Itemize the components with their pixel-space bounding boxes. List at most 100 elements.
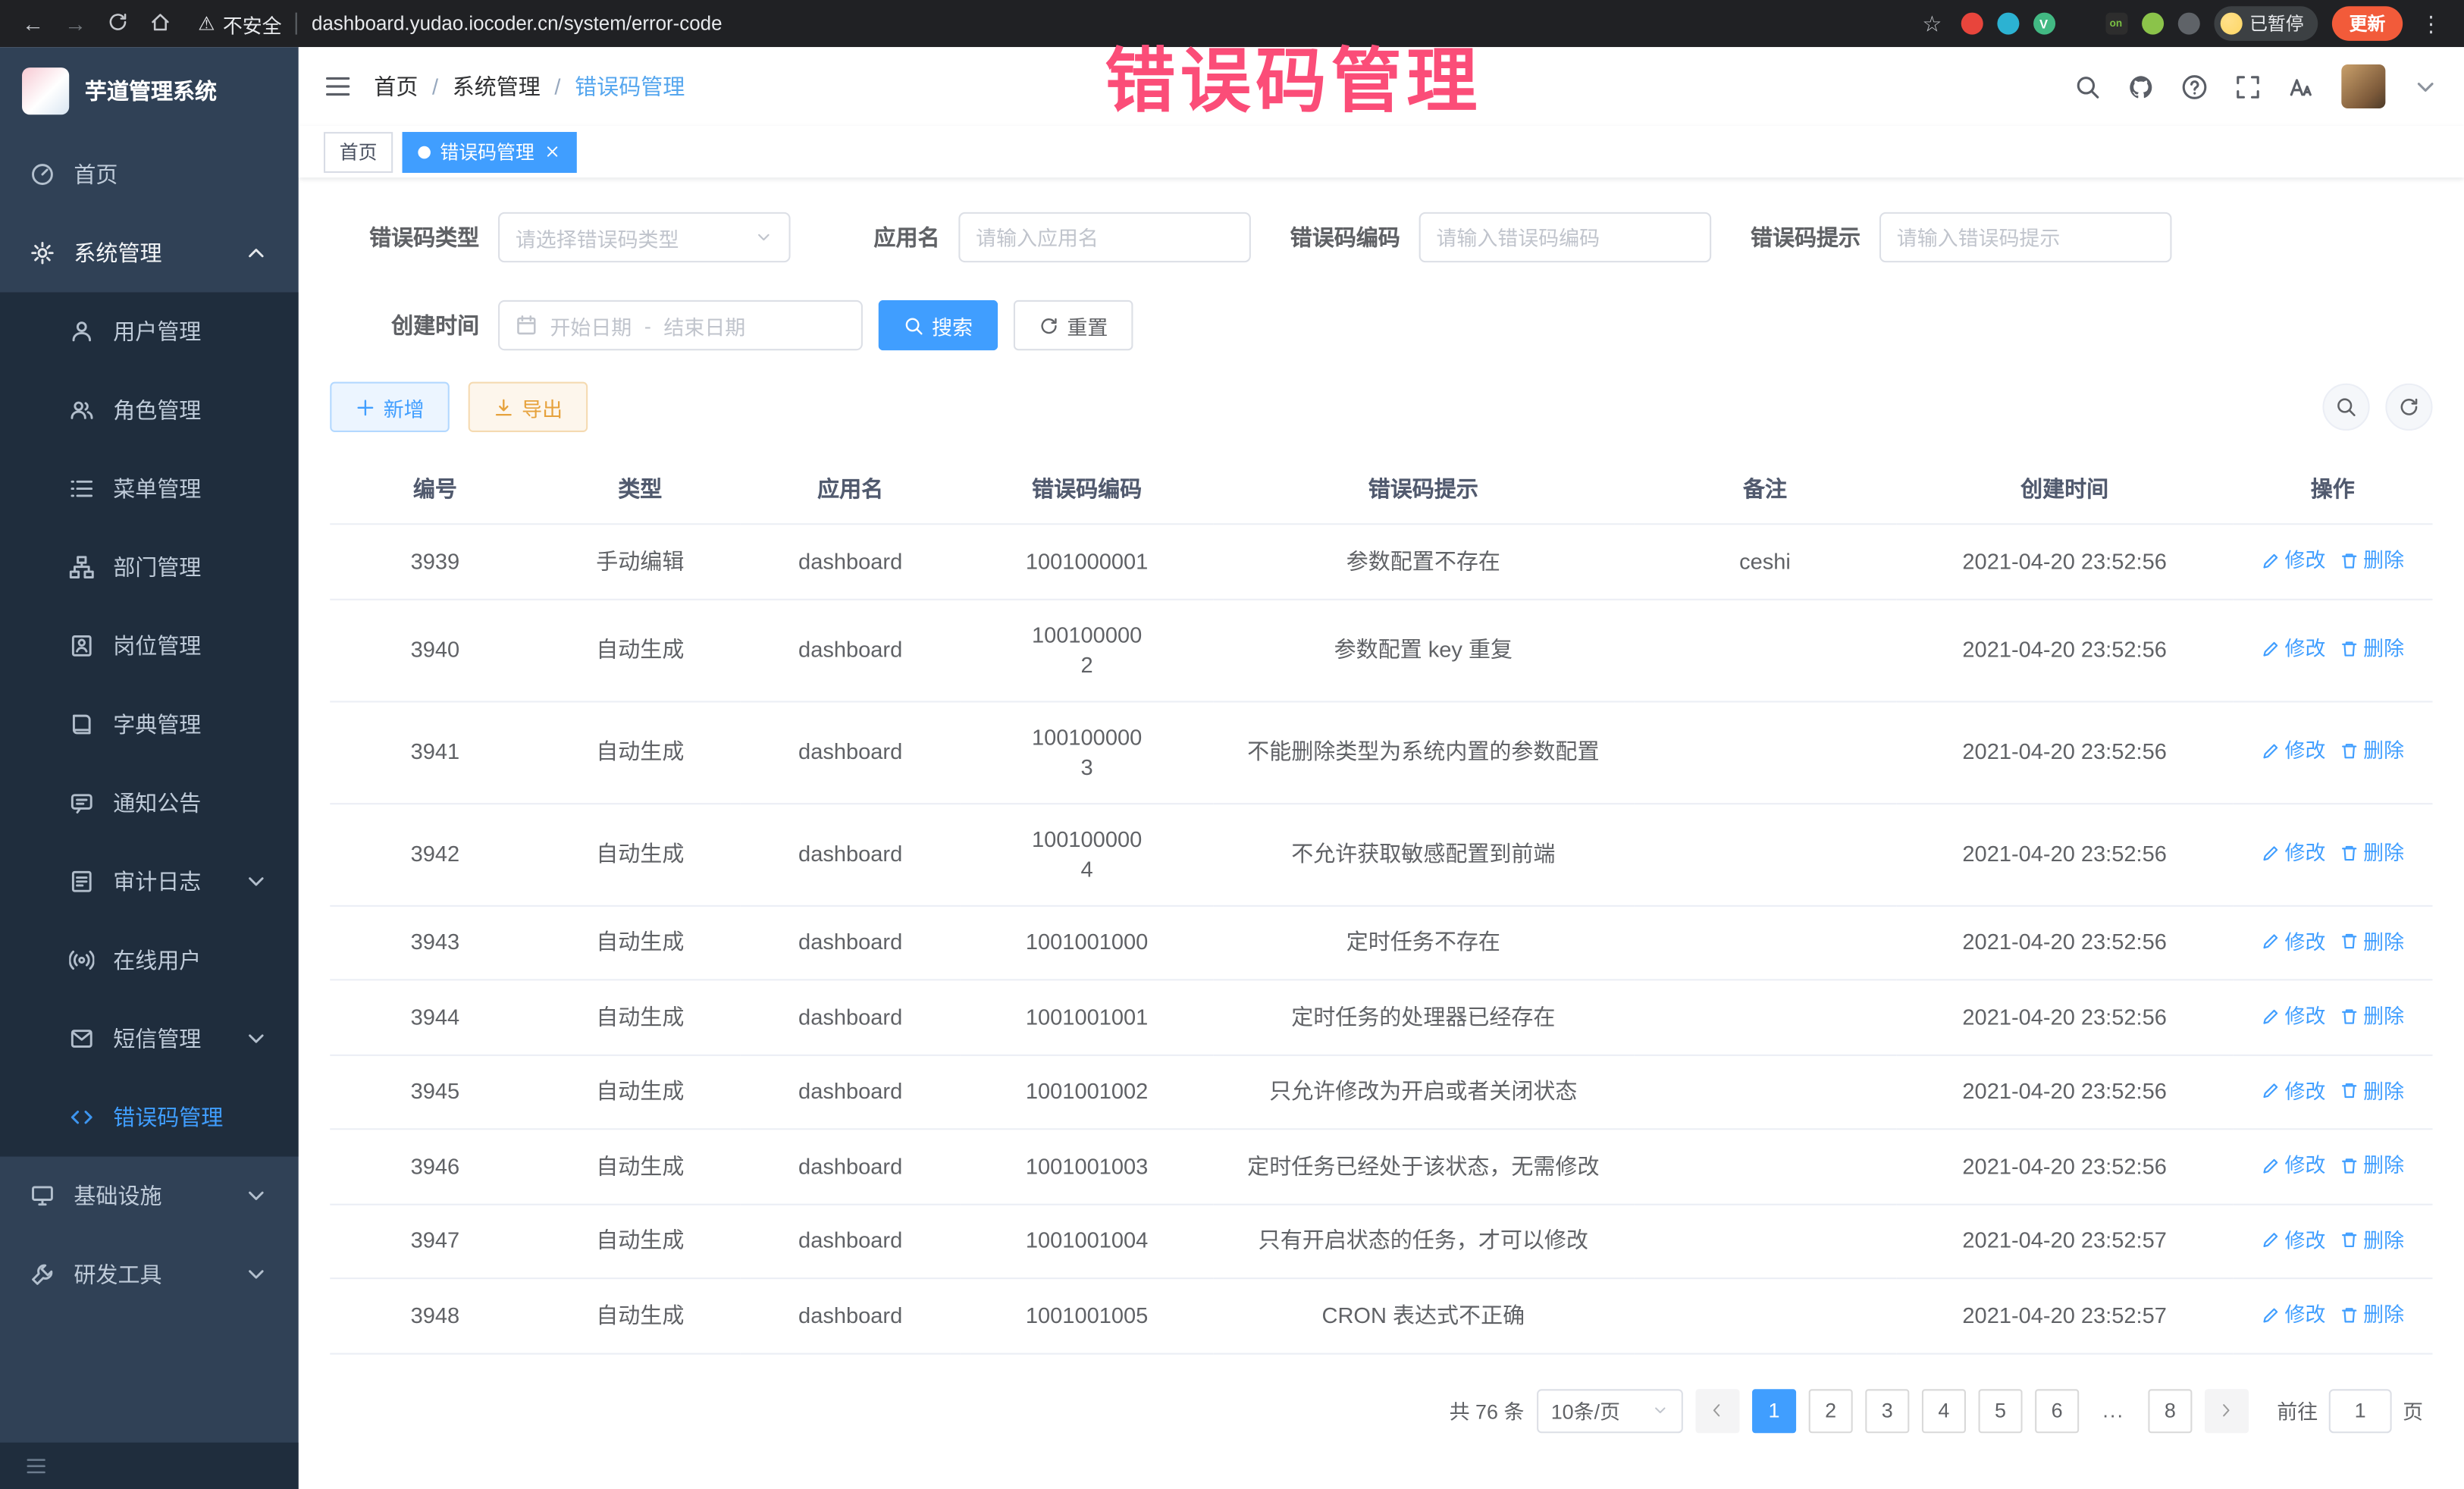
reload-icon[interactable] xyxy=(104,10,132,36)
cell-time: 2021-04-20 23:52:56 xyxy=(1896,803,2233,905)
page-button-1[interactable]: 1 xyxy=(1752,1388,1796,1432)
page-size-select[interactable]: 10条/页 xyxy=(1537,1388,1683,1432)
edit-link[interactable]: 修改 xyxy=(2261,634,2325,663)
sidebar-item-sms[interactable]: 短信管理 xyxy=(0,999,299,1078)
delete-link[interactable]: 删除 xyxy=(2340,1001,2404,1030)
edit-link[interactable]: 修改 xyxy=(2261,736,2325,766)
page-button-8[interactable]: 8 xyxy=(2148,1388,2192,1432)
github-icon[interactable] xyxy=(2127,73,2154,99)
add-button[interactable]: 新增 xyxy=(330,382,450,432)
sidebar-item-dept[interactable]: 部门管理 xyxy=(0,528,299,607)
sidebar-item-menu[interactable]: 菜单管理 xyxy=(0,450,299,528)
edit-link[interactable]: 修改 xyxy=(2261,838,2325,867)
delete-link[interactable]: 删除 xyxy=(2340,736,2404,766)
url-bar[interactable]: dashboard.yudao.iocoder.cn/system/error-… xyxy=(312,13,723,35)
delete-link[interactable]: 删除 xyxy=(2340,1299,2404,1329)
more-menu-icon[interactable]: ⋮ xyxy=(2417,10,2445,36)
cell-code: 1001001005 xyxy=(961,1278,1213,1353)
more-pages-button[interactable]: ... xyxy=(2092,1388,2136,1432)
table-search-toggle[interactable] xyxy=(2322,384,2369,431)
cell-hint: 只允许修改为开启或者关闭状态 xyxy=(1213,1055,1634,1129)
extension-icon-2[interactable] xyxy=(1996,13,2018,35)
gear-icon xyxy=(30,240,55,265)
sidebar-item-online-user[interactable]: 在线用户 xyxy=(0,921,299,1000)
edit-link[interactable]: 修改 xyxy=(2261,1299,2325,1329)
sidebar-item-infra[interactable]: 基础设施 xyxy=(0,1157,299,1236)
sidebar-item-dev-tools[interactable]: 研发工具 xyxy=(0,1235,299,1314)
error-hint-input[interactable] xyxy=(1879,212,2172,262)
sidebar-item-dict[interactable]: 字典管理 xyxy=(0,685,299,764)
extensions-puzzle-icon[interactable] xyxy=(2177,13,2199,35)
delete-link[interactable]: 删除 xyxy=(2340,926,2404,956)
error-code-input[interactable] xyxy=(1419,212,1712,262)
delete-link[interactable]: 删除 xyxy=(2340,634,2404,663)
tab-error-code[interactable]: 错误码管理 xyxy=(403,131,577,172)
page-button-6[interactable]: 6 xyxy=(2035,1388,2079,1432)
prev-page-button[interactable] xyxy=(1695,1388,1739,1432)
breadcrumb-item[interactable]: 首页 xyxy=(374,71,418,102)
sidebar-item-home[interactable]: 首页 xyxy=(0,135,299,214)
bookmark-star-icon[interactable]: ☆ xyxy=(1918,10,1946,36)
jump-suffix: 页 xyxy=(2403,1396,2423,1425)
logo[interactable]: 芋道管理系统 xyxy=(0,47,299,135)
app-name-input[interactable] xyxy=(958,212,1251,262)
error-type-select[interactable]: 请选择错误码类型 xyxy=(498,212,791,262)
fullscreen-icon[interactable] xyxy=(2234,73,2261,99)
next-page-button[interactable] xyxy=(2205,1388,2249,1432)
delete-link[interactable]: 删除 xyxy=(2340,1150,2404,1180)
vue-devtools-icon[interactable]: V xyxy=(2033,13,2055,35)
filter-label-hint: 错误码提示 xyxy=(1711,221,1879,252)
hamburger-icon[interactable] xyxy=(324,72,352,100)
reset-button[interactable]: 重置 xyxy=(1014,300,1133,350)
font-size-icon[interactable] xyxy=(2288,73,2315,99)
sidebar-item-system[interactable]: 系统管理 xyxy=(0,214,299,293)
delete-link[interactable]: 删除 xyxy=(2340,1225,2404,1255)
home-icon[interactable] xyxy=(146,10,174,36)
forward-icon[interactable]: → xyxy=(61,11,89,36)
tab-home[interactable]: 首页 xyxy=(324,131,393,172)
extension-icon-1[interactable] xyxy=(1961,13,1983,35)
page-button-4[interactable]: 4 xyxy=(1922,1388,1966,1432)
sidebar-item-audit-log[interactable]: 审计日志 xyxy=(0,842,299,921)
edit-link[interactable]: 修改 xyxy=(2261,1225,2325,1255)
delete-link[interactable]: 删除 xyxy=(2340,545,2404,575)
edit-link[interactable]: 修改 xyxy=(2261,545,2325,575)
help-icon[interactable] xyxy=(2181,73,2208,99)
edit-link[interactable]: 修改 xyxy=(2261,926,2325,956)
search-icon[interactable] xyxy=(2074,73,2101,99)
chevron-up-icon xyxy=(243,240,268,265)
breadcrumb-item[interactable]: 系统管理 xyxy=(453,71,541,102)
edit-link[interactable]: 修改 xyxy=(2261,1001,2325,1030)
edit-link[interactable]: 修改 xyxy=(2261,1076,2325,1105)
page-button-2[interactable]: 2 xyxy=(1809,1388,1853,1432)
close-icon[interactable] xyxy=(544,143,561,161)
extension-icon-4[interactable] xyxy=(2069,13,2091,35)
security-chip[interactable]: ⚠ 不安全 xyxy=(198,8,281,38)
sidebar-item-error-code[interactable]: 错误码管理 xyxy=(0,1078,299,1157)
extension-icon-5[interactable]: on xyxy=(2105,13,2127,35)
extension-icon-6[interactable] xyxy=(2141,13,2163,35)
sidebar-item-role[interactable]: 角色管理 xyxy=(0,371,299,450)
sidebar-collapse-bar[interactable] xyxy=(0,1443,299,1489)
profile-paused-chip[interactable]: 已暂停 xyxy=(2213,6,2318,41)
update-button[interactable]: 更新 xyxy=(2332,6,2403,41)
search-button[interactable]: 搜索 xyxy=(879,300,998,350)
avatar[interactable] xyxy=(2341,64,2385,108)
delete-link[interactable]: 删除 xyxy=(2340,838,2404,867)
delete-link[interactable]: 删除 xyxy=(2340,1076,2404,1105)
edit-link[interactable]: 修改 xyxy=(2261,1150,2325,1180)
chevron-down-icon[interactable] xyxy=(2412,73,2439,99)
back-icon[interactable]: ← xyxy=(19,11,47,36)
page-button-3[interactable]: 3 xyxy=(1865,1388,1909,1432)
date-range-picker[interactable]: 开始日期 - 结束日期 xyxy=(498,300,863,350)
book-icon xyxy=(69,712,94,737)
sidebar-item-notice[interactable]: 通知公告 xyxy=(0,763,299,842)
screen: ← → ⚠ 不安全 dashboard.yudao.iocoder.cn/sys… xyxy=(0,0,2464,1489)
cell-time: 2021-04-20 23:52:56 xyxy=(1896,1055,2233,1129)
table-refresh-button[interactable] xyxy=(2385,384,2432,431)
sidebar-item-post[interactable]: 岗位管理 xyxy=(0,607,299,685)
sidebar-item-user[interactable]: 用户管理 xyxy=(0,293,299,371)
jump-page-input[interactable] xyxy=(2329,1388,2392,1432)
page-button-5[interactable]: 5 xyxy=(1978,1388,2022,1432)
export-button[interactable]: 导出 xyxy=(469,382,588,432)
